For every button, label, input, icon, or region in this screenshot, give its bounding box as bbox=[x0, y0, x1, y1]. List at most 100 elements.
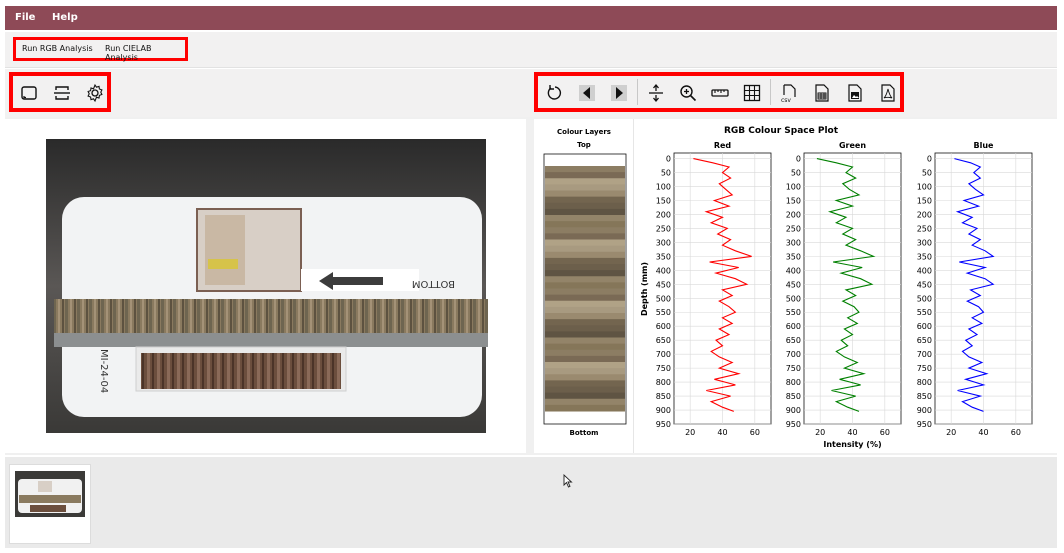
plot-title: RGB Colour Space Plot bbox=[724, 126, 839, 136]
menu-help[interactable]: Help bbox=[52, 12, 78, 23]
x-tick-label: 20 bbox=[815, 428, 825, 437]
colour-layer-band bbox=[545, 282, 625, 290]
colour-layer-band bbox=[545, 172, 625, 179]
crop-icon[interactable] bbox=[51, 82, 73, 104]
bottom-label: BOTTOM bbox=[412, 278, 455, 289]
y-tick-label: 200 bbox=[656, 210, 671, 219]
fit-vertical-icon[interactable] bbox=[645, 82, 667, 104]
y-tick-label: 600 bbox=[656, 322, 671, 331]
colour-layer-band bbox=[545, 349, 625, 357]
frame-icon[interactable] bbox=[18, 82, 40, 104]
grid-icon[interactable] bbox=[741, 82, 763, 104]
y-axis-label: Depth (mm) bbox=[640, 262, 649, 316]
y-tick-label: 400 bbox=[656, 266, 671, 275]
y-tick-label: 150 bbox=[786, 196, 801, 205]
previous-icon[interactable] bbox=[576, 82, 598, 104]
export-table-icon[interactable] bbox=[811, 82, 833, 104]
y-tick-label: 350 bbox=[917, 252, 932, 261]
core-sample-bottom bbox=[141, 353, 341, 389]
core-photo: BOTTOM MI-24-04 bbox=[46, 139, 488, 433]
zoom-in-icon[interactable] bbox=[677, 82, 699, 104]
y-tick-label: 700 bbox=[917, 350, 932, 359]
menu-file[interactable]: File bbox=[15, 12, 35, 23]
colour-layer-band bbox=[545, 245, 625, 253]
y-tick-label: 850 bbox=[917, 392, 932, 401]
colour-layer-band bbox=[545, 257, 625, 265]
y-tick-label: 150 bbox=[917, 196, 932, 205]
y-tick-label: 200 bbox=[917, 210, 932, 219]
x-tick-label: 40 bbox=[717, 428, 727, 437]
y-tick-label: 50 bbox=[661, 169, 671, 178]
main-content: BOTTOM MI-24-04 Colour Layers Top Bottom… bbox=[5, 117, 1057, 455]
y-tick-label: 950 bbox=[786, 420, 801, 429]
y-tick-label: 800 bbox=[656, 378, 671, 387]
x-tick-label: 20 bbox=[946, 428, 956, 437]
ribbon: Run RGB Analysis Run CIELAB Analysis bbox=[5, 32, 1057, 68]
y-tick-label: 100 bbox=[917, 183, 932, 192]
image-thumbnail[interactable] bbox=[9, 464, 91, 544]
colour-layer-band bbox=[545, 221, 625, 228]
colour-layer-band bbox=[545, 331, 625, 339]
y-tick-label: 550 bbox=[917, 308, 932, 317]
csv-label: csv bbox=[781, 97, 791, 103]
y-tick-label: 600 bbox=[786, 322, 801, 331]
y-tick-label: 350 bbox=[656, 252, 671, 261]
y-tick-label: 550 bbox=[786, 308, 801, 317]
plot-panel: Colour Layers Top Bottom RGB Colour Spac… bbox=[534, 119, 1057, 453]
rgb-colour-space-plot: RGB Colour Space Plot0501001502002503003… bbox=[640, 126, 1033, 449]
settings-icon[interactable] bbox=[84, 82, 106, 104]
panel-title-green: Green bbox=[839, 141, 866, 150]
panel-title-red: Red bbox=[714, 141, 732, 150]
export-csv-icon[interactable]: csv bbox=[778, 82, 800, 104]
colour-layer-band bbox=[545, 239, 625, 247]
colour-layer-band bbox=[545, 166, 625, 173]
ruler-icon[interactable] bbox=[709, 82, 731, 104]
y-tick-label: 500 bbox=[786, 294, 801, 303]
y-tick-label: 250 bbox=[786, 224, 801, 233]
reset-icon[interactable] bbox=[544, 82, 566, 104]
y-tick-label: 750 bbox=[917, 364, 932, 373]
toolbar-separator bbox=[637, 79, 638, 105]
colour-layer-band bbox=[545, 227, 625, 234]
colour-layer-band bbox=[545, 325, 625, 332]
y-tick-label: 550 bbox=[656, 308, 671, 317]
x-tick-label: 60 bbox=[1011, 428, 1021, 437]
colour-layer-band bbox=[545, 404, 625, 412]
next-icon[interactable] bbox=[608, 82, 630, 104]
colour-layers-bands bbox=[545, 166, 625, 412]
run-cielab-analysis-button[interactable]: Run CIELAB Analysis bbox=[105, 44, 185, 62]
analysis-buttons-group: Run RGB Analysis Run CIELAB Analysis bbox=[13, 37, 188, 62]
colour-layer-band bbox=[545, 306, 625, 314]
y-tick-label: 700 bbox=[786, 350, 801, 359]
y-tick-label: 0 bbox=[796, 155, 801, 164]
colour-layer-band bbox=[545, 215, 625, 222]
colour-layer-band bbox=[545, 202, 625, 210]
colour-layers-panel: Colour Layers Top Bottom bbox=[534, 119, 634, 453]
x-tick-label: 60 bbox=[880, 428, 890, 437]
export-image-icon[interactable] bbox=[844, 82, 866, 104]
y-tick-label: 50 bbox=[791, 169, 801, 178]
colour-layer-band bbox=[545, 386, 625, 394]
colour-layer-band bbox=[545, 343, 625, 351]
y-tick-label: 950 bbox=[656, 420, 671, 429]
y-tick-label: 0 bbox=[927, 155, 932, 164]
y-tick-label: 300 bbox=[656, 238, 671, 247]
y-tick-label: 50 bbox=[922, 169, 932, 178]
y-tick-label: 450 bbox=[917, 280, 932, 289]
y-tick-label: 800 bbox=[917, 378, 932, 387]
x-axis-label: Intensity (%) bbox=[823, 440, 881, 449]
y-tick-label: 650 bbox=[786, 336, 801, 345]
y-tick-label: 0 bbox=[666, 155, 671, 164]
toolbar-separator bbox=[770, 79, 771, 105]
x-tick-label: 40 bbox=[978, 428, 988, 437]
x-tick-label: 40 bbox=[847, 428, 857, 437]
measuring-tape bbox=[54, 333, 488, 347]
y-tick-label: 350 bbox=[786, 252, 801, 261]
y-tick-label: 750 bbox=[656, 364, 671, 373]
run-rgb-analysis-button[interactable]: Run RGB Analysis bbox=[22, 44, 93, 53]
y-tick-label: 650 bbox=[656, 336, 671, 345]
y-tick-label: 600 bbox=[917, 322, 932, 331]
y-tick-label: 850 bbox=[656, 392, 671, 401]
export-pdf-icon[interactable] bbox=[877, 82, 899, 104]
app-window: File Help Run RGB Analysis Run CIELAB An… bbox=[0, 0, 1064, 553]
